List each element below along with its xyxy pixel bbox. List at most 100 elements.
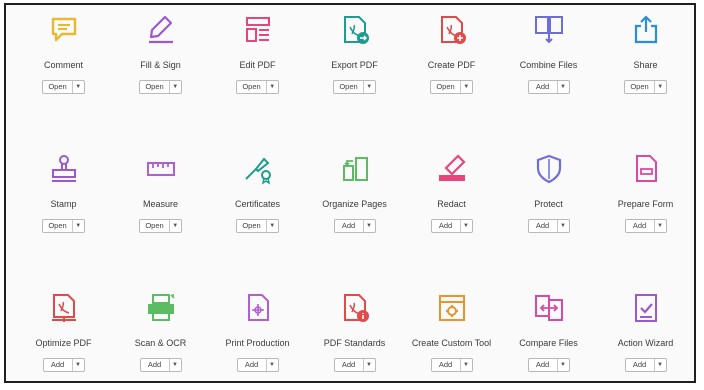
chevron-down-icon[interactable]: ▼ xyxy=(461,220,472,232)
button-label[interactable]: Open xyxy=(43,220,73,232)
tool-fill-sign[interactable]: Fill & Sign Open ▼ xyxy=(112,5,209,144)
chevron-down-icon[interactable]: ▼ xyxy=(655,81,666,93)
chevron-down-icon[interactable]: ▼ xyxy=(267,220,278,232)
chevron-down-icon[interactable]: ▼ xyxy=(461,359,472,371)
tool-share[interactable]: Share Open ▼ xyxy=(597,5,694,144)
button-label[interactable]: Add xyxy=(44,359,73,371)
button-label[interactable]: Add xyxy=(529,81,558,93)
button-label[interactable]: Open xyxy=(431,81,461,93)
chevron-down-icon[interactable]: ▼ xyxy=(170,359,181,371)
button-label[interactable]: Add xyxy=(626,359,655,371)
tool-add-button[interactable]: Add ▼ xyxy=(333,219,376,233)
organize-pages-icon[interactable] xyxy=(338,152,372,186)
chevron-down-icon[interactable]: ▼ xyxy=(364,359,375,371)
scan-ocr-icon[interactable] xyxy=(144,291,178,325)
edit-pdf-icon[interactable] xyxy=(241,13,275,47)
chevron-down-icon[interactable]: ▼ xyxy=(170,81,181,93)
tool-add-button[interactable]: Add ▼ xyxy=(527,219,570,233)
action-wizard-icon[interactable] xyxy=(629,291,663,325)
certificates-icon[interactable] xyxy=(241,152,275,186)
chevron-down-icon[interactable]: ▼ xyxy=(73,359,84,371)
button-label[interactable]: Add xyxy=(626,220,655,232)
combine-files-icon[interactable] xyxy=(532,13,566,47)
stamp-icon[interactable] xyxy=(47,152,81,186)
tool-action-wizard[interactable]: Action Wizard Add ▼ xyxy=(597,283,694,383)
chevron-down-icon[interactable]: ▼ xyxy=(558,81,569,93)
chevron-down-icon[interactable]: ▼ xyxy=(655,220,666,232)
tool-add-button[interactable]: Add ▼ xyxy=(430,219,473,233)
tool-edit-pdf[interactable]: Edit PDF Open ▼ xyxy=(209,5,306,144)
button-label[interactable]: Open xyxy=(140,81,170,93)
tool-prepare-form[interactable]: Prepare Form Add ▼ xyxy=(597,144,694,283)
tool-open-button[interactable]: Open ▼ xyxy=(42,219,85,233)
tool-add-button[interactable]: Add ▼ xyxy=(430,358,473,372)
tool-pdf-standards[interactable]: PDF Standards Add ▼ xyxy=(306,283,403,383)
protect-icon[interactable] xyxy=(532,152,566,186)
button-label[interactable]: Add xyxy=(529,359,558,371)
tool-add-button[interactable]: Add ▼ xyxy=(42,358,85,372)
chevron-down-icon[interactable]: ▼ xyxy=(267,81,278,93)
fill-sign-icon[interactable] xyxy=(144,13,178,47)
tool-export-pdf[interactable]: Export PDF Open ▼ xyxy=(306,5,403,144)
button-label[interactable]: Add xyxy=(432,359,461,371)
button-label[interactable]: Add xyxy=(335,359,364,371)
chevron-down-icon[interactable]: ▼ xyxy=(558,359,569,371)
chevron-down-icon[interactable]: ▼ xyxy=(73,220,84,232)
button-label[interactable]: Open xyxy=(334,81,364,93)
print-production-icon[interactable] xyxy=(241,291,275,325)
create-pdf-icon[interactable] xyxy=(435,13,469,47)
tool-redact[interactable]: Redact Add ▼ xyxy=(403,144,500,283)
button-label[interactable]: Add xyxy=(335,220,364,232)
tool-open-button[interactable]: Open ▼ xyxy=(236,219,279,233)
tool-add-button[interactable]: Add ▼ xyxy=(527,80,570,94)
chevron-down-icon[interactable]: ▼ xyxy=(461,81,472,93)
button-label[interactable]: Open xyxy=(237,81,267,93)
button-label[interactable]: Open xyxy=(140,220,170,232)
button-label[interactable]: Add xyxy=(238,359,267,371)
chevron-down-icon[interactable]: ▼ xyxy=(364,220,375,232)
measure-icon[interactable] xyxy=(144,152,178,186)
chevron-down-icon[interactable]: ▼ xyxy=(364,81,375,93)
tool-certificates[interactable]: Certificates Open ▼ xyxy=(209,144,306,283)
tool-open-button[interactable]: Open ▼ xyxy=(624,80,667,94)
tool-open-button[interactable]: Open ▼ xyxy=(139,219,182,233)
tool-create-custom-tool[interactable]: Create Custom Tool Add ▼ xyxy=(403,283,500,383)
chevron-down-icon[interactable]: ▼ xyxy=(267,359,278,371)
prepare-form-icon[interactable] xyxy=(629,152,663,186)
button-label[interactable]: Add xyxy=(141,359,170,371)
tool-combine-files[interactable]: Combine Files Add ▼ xyxy=(500,5,597,144)
tool-create-pdf[interactable]: Create PDF Open ▼ xyxy=(403,5,500,144)
tool-organize-pages[interactable]: Organize Pages Add ▼ xyxy=(306,144,403,283)
chevron-down-icon[interactable]: ▼ xyxy=(558,220,569,232)
export-pdf-icon[interactable] xyxy=(338,13,372,47)
optimize-pdf-icon[interactable] xyxy=(47,291,81,325)
tool-add-button[interactable]: Add ▼ xyxy=(624,219,667,233)
tool-add-button[interactable]: Add ▼ xyxy=(333,358,376,372)
button-label[interactable]: Open xyxy=(237,220,267,232)
comment-icon[interactable] xyxy=(47,13,81,47)
pdf-standards-icon[interactable] xyxy=(338,291,372,325)
share-icon[interactable] xyxy=(629,13,663,47)
tool-add-button[interactable]: Add ▼ xyxy=(624,358,667,372)
button-label[interactable]: Open xyxy=(43,81,73,93)
tool-add-button[interactable]: Add ▼ xyxy=(527,358,570,372)
tool-add-button[interactable]: Add ▼ xyxy=(139,358,182,372)
button-label[interactable]: Add xyxy=(529,220,558,232)
tool-scan-ocr[interactable]: Scan & OCR Add ▼ xyxy=(112,283,209,383)
tool-protect[interactable]: Protect Add ▼ xyxy=(500,144,597,283)
redact-icon[interactable] xyxy=(435,152,469,186)
tool-optimize-pdf[interactable]: Optimize PDF Add ▼ xyxy=(15,283,112,383)
tool-open-button[interactable]: Open ▼ xyxy=(42,80,85,94)
tool-comment[interactable]: Comment Open ▼ xyxy=(15,5,112,144)
tool-measure[interactable]: Measure Open ▼ xyxy=(112,144,209,283)
tool-compare-files[interactable]: Compare Files Add ▼ xyxy=(500,283,597,383)
create-custom-tool-icon[interactable] xyxy=(435,291,469,325)
tool-open-button[interactable]: Open ▼ xyxy=(139,80,182,94)
button-label[interactable]: Add xyxy=(432,220,461,232)
tool-open-button[interactable]: Open ▼ xyxy=(333,80,376,94)
compare-files-icon[interactable] xyxy=(532,291,566,325)
tool-print-production[interactable]: Print Production Add ▼ xyxy=(209,283,306,383)
tool-open-button[interactable]: Open ▼ xyxy=(236,80,279,94)
button-label[interactable]: Open xyxy=(625,81,655,93)
tool-stamp[interactable]: Stamp Open ▼ xyxy=(15,144,112,283)
